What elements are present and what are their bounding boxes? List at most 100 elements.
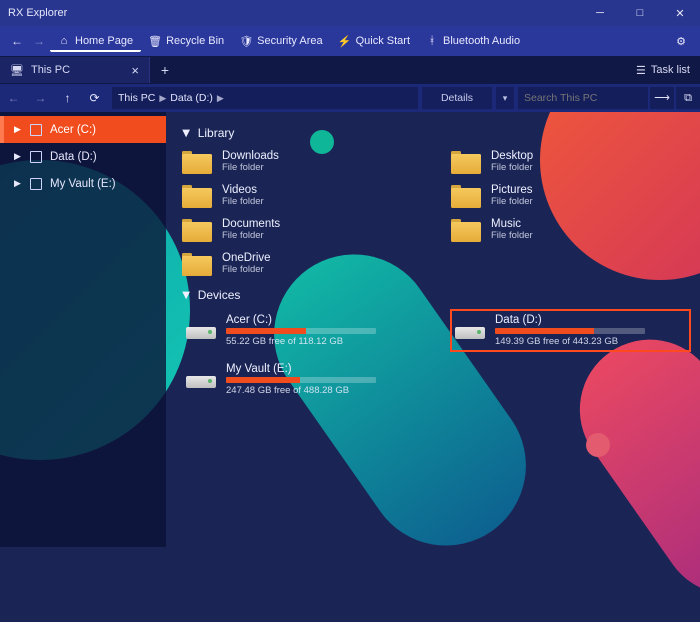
- chevron-right-icon: ▶: [14, 178, 22, 189]
- folder-type: File folder: [222, 196, 264, 207]
- content-pane: ▶ Library DownloadsFile folderDesktopFil…: [166, 112, 700, 547]
- chevron-down-icon: ▶: [180, 129, 191, 137]
- history-back-button[interactable]: ←: [0, 84, 27, 112]
- section-library-title: Library: [198, 126, 235, 140]
- menu-security-area[interactable]: 🛡 Security Area: [232, 31, 330, 51]
- folder-name: OneDrive: [222, 252, 271, 264]
- menu-home-label: Home Page: [75, 35, 133, 47]
- sidebar-item-acer-c[interactable]: ▶ Acer (C:): [0, 116, 166, 143]
- folder-name: Downloads: [222, 150, 279, 162]
- minimize-button[interactable]: ─: [580, 0, 620, 26]
- menu-recycle-bin[interactable]: 🗑 Recycle Bin: [141, 31, 232, 51]
- folder-icon: [182, 216, 212, 242]
- bluetooth-icon: ᚼ: [426, 35, 438, 47]
- section-devices-header[interactable]: ▶ Devices: [182, 288, 690, 302]
- sidebar-item-label: My Vault (E:): [50, 178, 116, 190]
- settings-button[interactable]: ⚙: [668, 35, 694, 48]
- title-bar: RX Explorer ─ □ ✕: [0, 0, 700, 26]
- folder-item[interactable]: DesktopFile folder: [451, 148, 690, 174]
- section-devices: ▶ Devices Acer (C:) 55.22 GB free of 118.…: [182, 288, 690, 400]
- chevron-down-icon: ▶: [180, 291, 191, 299]
- refresh-button[interactable]: ⟳: [81, 84, 108, 112]
- folder-name: Pictures: [491, 184, 533, 196]
- folder-icon: [451, 182, 481, 208]
- up-button[interactable]: ↑: [54, 84, 81, 112]
- bolt-icon: ⚡: [339, 35, 351, 47]
- drive-icon: [455, 321, 485, 341]
- task-list-button[interactable]: ☰ Task list: [626, 64, 700, 77]
- history-forward-button[interactable]: →: [27, 84, 54, 112]
- panel-toggle-button[interactable]: ⧉: [676, 87, 700, 109]
- view-details-button[interactable]: Details: [422, 87, 492, 109]
- folder-icon: [182, 148, 212, 174]
- menu-bar: ← → ⌂ Home Page 🗑 Recycle Bin 🛡 Security…: [0, 26, 700, 56]
- close-button[interactable]: ✕: [660, 0, 700, 26]
- menu-quick-start[interactable]: ⚡ Quick Start: [331, 31, 418, 51]
- folder-icon: [451, 148, 481, 174]
- folder-type: File folder: [491, 162, 533, 173]
- gear-icon: ⚙: [676, 36, 686, 48]
- monitor-icon: 🖥: [10, 64, 24, 77]
- folder-type: File folder: [491, 230, 533, 241]
- drive-icon: [30, 178, 42, 190]
- drive-free-text: 55.22 GB free of 118.12 GB: [226, 336, 376, 347]
- sidebar-item-my-vault-e[interactable]: ▶ My Vault (E:): [0, 170, 166, 197]
- chevron-right-icon: ▶: [14, 151, 22, 162]
- folder-item[interactable]: DownloadsFile folder: [182, 148, 421, 174]
- folder-name: Videos: [222, 184, 264, 196]
- search-input[interactable]: [518, 87, 648, 109]
- sidebar-item-label: Data (D:): [50, 151, 97, 163]
- drive-icon: [186, 321, 216, 341]
- folder-icon: [451, 216, 481, 242]
- menu-home-page[interactable]: ⌂ Home Page: [50, 31, 141, 52]
- chevron-right-icon: ▶: [217, 93, 224, 104]
- home-icon: ⌂: [58, 35, 70, 47]
- menu-quick-label: Quick Start: [356, 35, 410, 47]
- tab-strip: 🖥 This PC × + ☰ Task list: [0, 56, 700, 84]
- list-icon: ☰: [636, 64, 646, 77]
- drive-icon: [186, 370, 216, 390]
- breadcrumb[interactable]: This PC ▶ Data (D:) ▶: [112, 87, 418, 109]
- folder-type: File folder: [222, 264, 271, 275]
- drive-icon: [30, 151, 42, 163]
- menu-bluetooth-label: Bluetooth Audio: [443, 35, 520, 47]
- sidebar-item-data-d[interactable]: ▶ Data (D:): [0, 143, 166, 170]
- drive-free-text: 247.48 GB free of 488.28 GB: [226, 385, 376, 396]
- menu-bluetooth-audio[interactable]: ᚼ Bluetooth Audio: [418, 31, 528, 51]
- section-library-header[interactable]: ▶ Library: [182, 126, 690, 140]
- folder-item[interactable]: DocumentsFile folder: [182, 216, 421, 242]
- section-library: ▶ Library DownloadsFile folderDesktopFil…: [182, 126, 690, 276]
- folder-item[interactable]: VideosFile folder: [182, 182, 421, 208]
- view-dropdown-button[interactable]: ▾: [496, 87, 514, 109]
- breadcrumb-seg-2[interactable]: Data (D:): [170, 92, 213, 104]
- folder-type: File folder: [491, 196, 533, 207]
- nav-forward-button[interactable]: →: [28, 34, 50, 48]
- new-tab-button[interactable]: +: [150, 62, 180, 78]
- chevron-right-icon: ▶: [159, 93, 166, 104]
- app-title: RX Explorer: [8, 7, 67, 19]
- shield-icon: 🛡: [240, 35, 252, 47]
- search-go-button[interactable]: ⟶: [650, 87, 674, 109]
- drive-name: Acer (C:): [226, 314, 376, 326]
- drive-usage-bar: [226, 328, 376, 334]
- folder-icon: [182, 182, 212, 208]
- folder-icon: [182, 250, 212, 276]
- tab-close-button[interactable]: ×: [131, 63, 139, 78]
- tab-label: This PC: [31, 64, 70, 76]
- drive-name: My Vault (E:): [226, 363, 376, 375]
- drive-item[interactable]: My Vault (E:) 247.48 GB free of 488.28 GB: [182, 359, 421, 400]
- folder-item[interactable]: PicturesFile folder: [451, 182, 690, 208]
- tab-this-pc[interactable]: 🖥 This PC ×: [0, 57, 150, 83]
- drive-item[interactable]: Acer (C:) 55.22 GB free of 118.12 GB: [182, 310, 421, 351]
- maximize-button[interactable]: □: [620, 0, 660, 26]
- breadcrumb-seg-1[interactable]: This PC: [118, 92, 155, 104]
- folder-item[interactable]: MusicFile folder: [451, 216, 690, 242]
- nav-back-button[interactable]: ←: [6, 34, 28, 48]
- drive-item[interactable]: Data (D:)149.39 GB free of 443.23 GB: [451, 310, 690, 351]
- folder-name: Documents: [222, 218, 280, 230]
- menu-security-label: Security Area: [257, 35, 322, 47]
- task-list-label: Task list: [651, 64, 690, 76]
- menu-recycle-label: Recycle Bin: [166, 35, 224, 47]
- drive-usage-bar: [495, 328, 645, 334]
- folder-item[interactable]: OneDriveFile folder: [182, 250, 421, 276]
